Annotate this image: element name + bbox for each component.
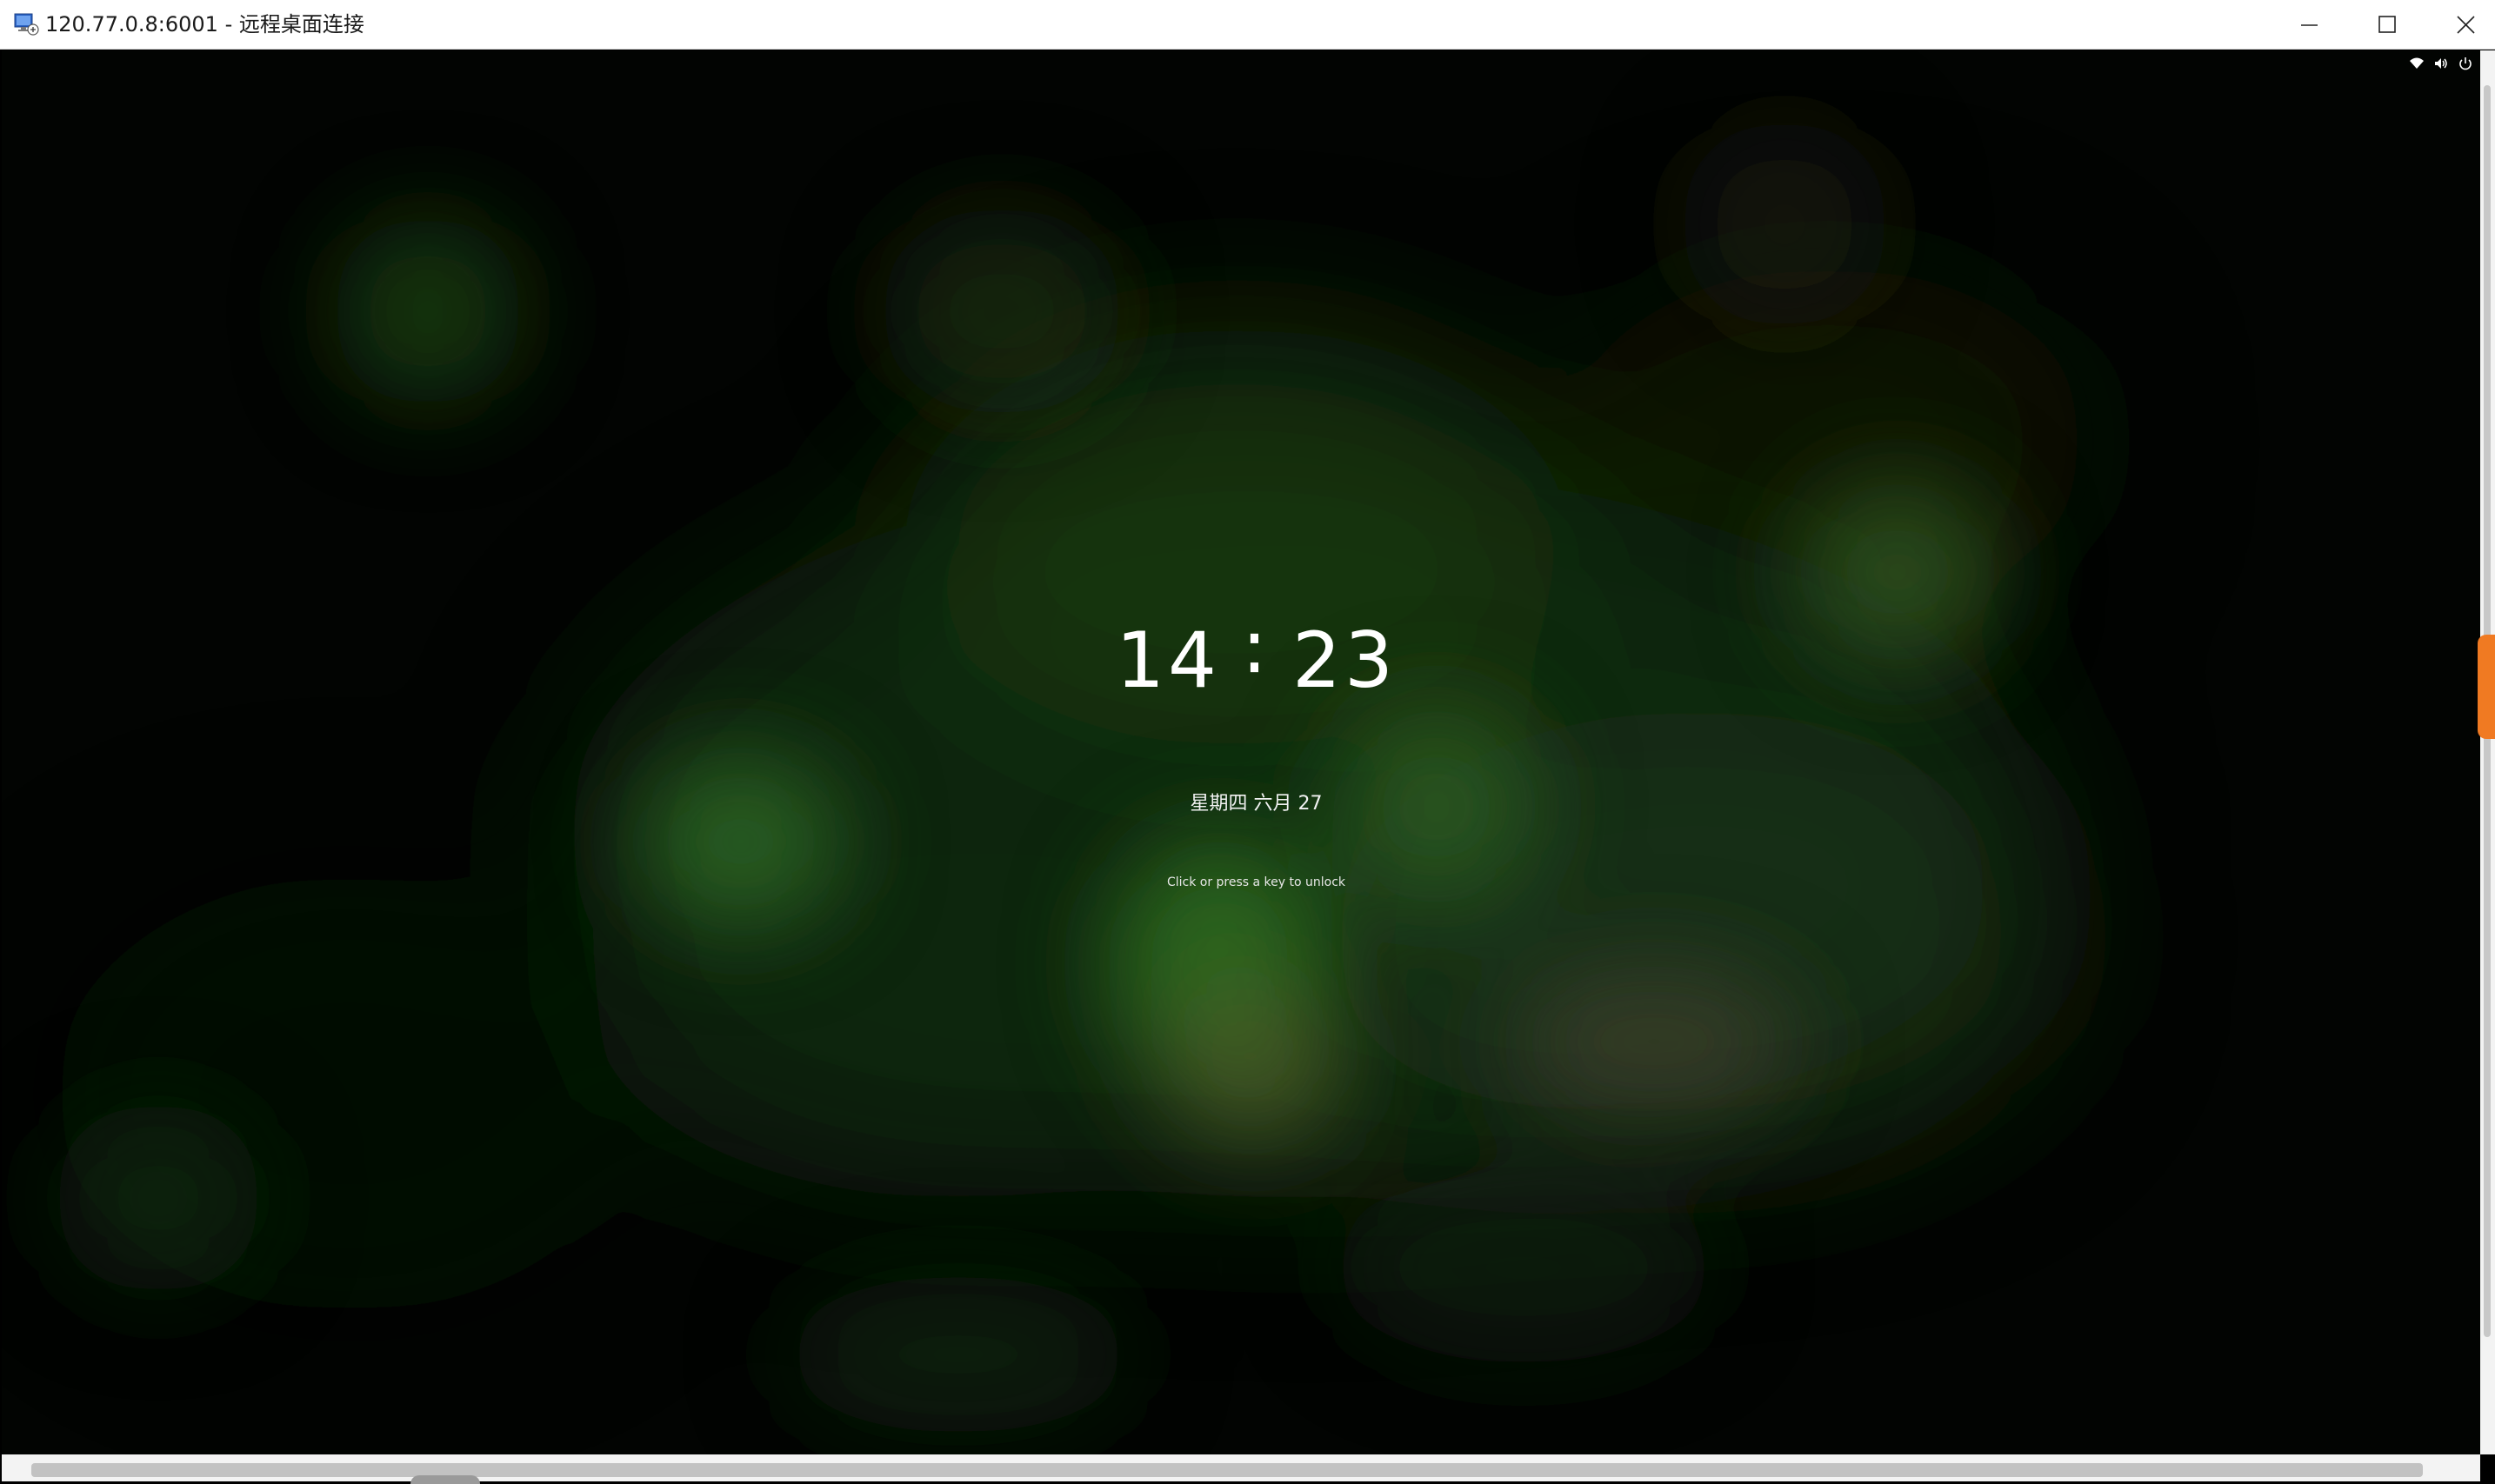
wifi-icon[interactable] <box>2409 56 2425 71</box>
close-button[interactable] <box>2426 0 2495 50</box>
clock-hour: 14 <box>1116 616 1221 705</box>
side-drag-handle[interactable] <box>2478 635 2495 739</box>
maximize-button[interactable] <box>2346 0 2426 50</box>
volume-icon[interactable] <box>2433 56 2449 71</box>
window-title: 120.77.0.8:6001 - 远程桌面连接 <box>45 12 364 37</box>
vertical-scrollbar[interactable] <box>2480 50 2495 1454</box>
horizontal-scrollbar[interactable] <box>2 1454 2480 1484</box>
clock-minute: 23 <box>1291 616 1397 705</box>
remote-desktop-icon <box>14 12 40 37</box>
horizontal-scroll-thumb[interactable] <box>31 1463 2423 1477</box>
lockscreen-wallpaper <box>2 50 2480 1454</box>
power-icon[interactable] <box>2458 56 2473 71</box>
connection-bar-grip[interactable] <box>410 1475 480 1484</box>
remote-desktop-viewport[interactable]: 14 ∶ 23 星期四 六月 27 Click or press a key to … <box>2 50 2480 1454</box>
system-tray[interactable] <box>2409 54 2473 73</box>
minimize-button[interactable] <box>2266 0 2346 50</box>
close-icon <box>2457 16 2475 34</box>
clock-separator: ∶ <box>1244 609 1268 698</box>
title-bar[interactable]: 120.77.0.8:6001 - 远程桌面连接 <box>0 0 2495 50</box>
lockscreen-date: 星期四 六月 27 <box>1190 793 1323 815</box>
maximize-icon <box>2378 16 2396 33</box>
lockscreen-clock: 14 ∶ 23 <box>2 609 2480 705</box>
minimize-icon <box>2301 24 2318 26</box>
unlock-hint[interactable]: Click or press a key to unlock <box>2 875 2480 889</box>
remote-desktop-window: 120.77.0.8:6001 - 远程桌面连接 14 ∶ 23 星期四 六月 … <box>0 0 2495 1484</box>
